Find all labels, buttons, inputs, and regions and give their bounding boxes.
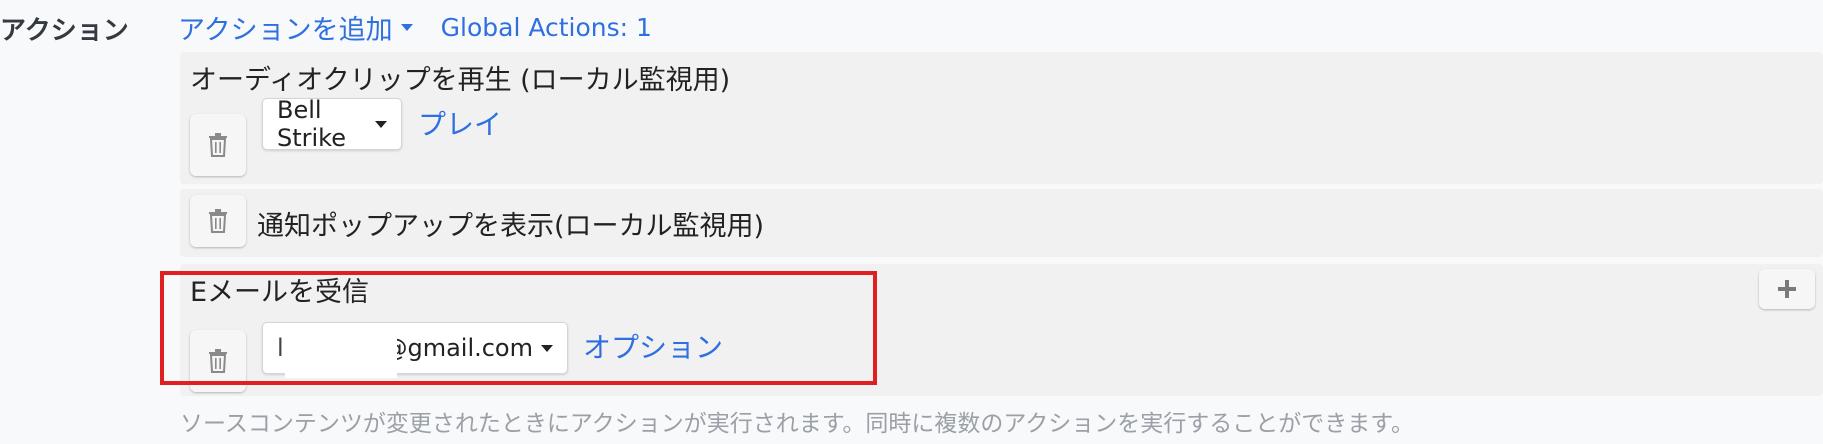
action-show-notification: 通知ポップアップを表示(ローカル監視用) (180, 189, 1823, 257)
redaction-box (285, 330, 397, 378)
delete-action-button[interactable] (190, 195, 246, 247)
email-prefix: l (277, 334, 284, 362)
add-action-dropdown[interactable]: アクションを追加 (178, 8, 413, 47)
plus-icon (1778, 280, 1796, 298)
global-actions-link[interactable]: Global Actions: 1 (441, 13, 652, 42)
add-action-label: アクションを追加 (178, 15, 393, 46)
action-title: 通知ポップアップを表示(ローカル監視用) (257, 211, 765, 242)
section-label: アクション (0, 16, 129, 46)
help-text: ソースコンテンツが変更されたときにアクションが実行されます。同時に複数のアクショ… (180, 411, 1414, 437)
caret-down-icon (400, 24, 413, 31)
action-play-audio: オーディオクリップを再生 (ローカル監視用) Bell Strike プレイ (180, 52, 1823, 184)
email-value-group: @gmail.com (383, 334, 553, 362)
caret-down-icon (375, 120, 387, 128)
trash-icon (209, 133, 227, 157)
actions-page: アクション アクションを追加 Global Actions: 1 オーディオクリ… (0, 0, 1823, 444)
trash-icon (209, 209, 227, 233)
actions-header: アクションを追加 Global Actions: 1 (178, 8, 652, 47)
email-domain-value: @gmail.com (383, 334, 533, 362)
play-link[interactable]: プレイ (418, 103, 502, 143)
options-link[interactable]: オプション (583, 326, 723, 366)
caret-down-icon (541, 344, 553, 352)
audio-clip-value: Bell Strike (277, 96, 346, 152)
delete-action-button[interactable] (190, 114, 246, 176)
add-button[interactable] (1759, 269, 1815, 309)
action-title: Eメールを受信 (190, 277, 370, 308)
audio-clip-select[interactable]: Bell Strike (262, 96, 402, 152)
delete-action-button[interactable] (190, 330, 246, 392)
action-send-email: Eメールを受信 l @gmail.com オプション (180, 264, 1823, 396)
action-title: オーディオクリップを再生 (ローカル監視用) (190, 65, 731, 96)
trash-icon (209, 349, 227, 373)
